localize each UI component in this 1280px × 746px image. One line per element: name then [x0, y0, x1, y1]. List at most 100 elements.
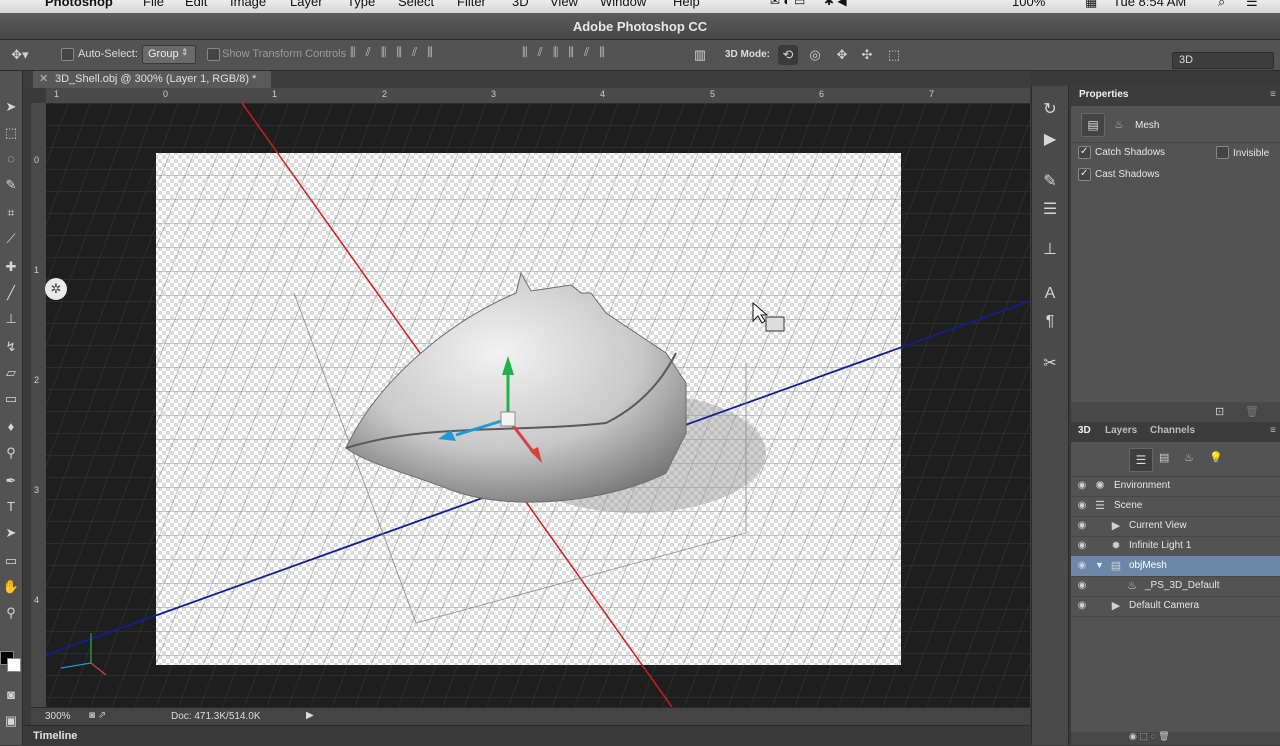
- adjustments-panel-icon[interactable]: ☰: [1038, 198, 1062, 222]
- brush-tool-icon[interactable]: ╱: [0, 283, 22, 303]
- layer-row-current-view[interactable]: ◉ ▶ Current View: [1071, 516, 1280, 537]
- status-menu-arrow-icon[interactable]: ▶: [306, 710, 314, 721]
- clone-source-panel-icon[interactable]: ⊥: [1038, 238, 1062, 262]
- clock[interactable]: Tue 8:54 AM: [1113, 0, 1186, 8]
- move-tool-icon[interactable]: ➤: [0, 97, 22, 117]
- layer-row-material[interactable]: ◉ ♨ _PS_3D_Default: [1071, 576, 1280, 597]
- layer-row-objmesh[interactable]: ◉ ▼ ▤ objMesh: [1071, 556, 1280, 577]
- eye-icon[interactable]: ◉: [1075, 521, 1089, 531]
- footer-icons[interactable]: ◉ ⬚ ◌ 🗑: [1129, 731, 1170, 742]
- workspace-dropdown[interactable]: 3D: [1172, 52, 1274, 69]
- eraser-tool-icon[interactable]: ▱: [0, 363, 22, 383]
- paragraph-panel-icon[interactable]: ¶: [1038, 310, 1062, 334]
- close-tab-icon[interactable]: ✕: [39, 71, 48, 88]
- document-tab[interactable]: ✕ 3D_Shell.obj @ 300% (Layer 1, RGB/8) *: [33, 71, 271, 88]
- quick-select-tool-icon[interactable]: ✎: [0, 175, 22, 195]
- character-panel-icon[interactable]: A: [1038, 282, 1062, 306]
- notifications-icon[interactable]: ☰: [1246, 0, 1258, 8]
- quick-mask-icon[interactable]: ◙: [0, 685, 22, 705]
- 3d-viewport[interactable]: [46, 103, 1030, 707]
- history-brush-tool-icon[interactable]: ↯: [0, 337, 22, 357]
- path-select-tool-icon[interactable]: ➤: [0, 523, 22, 543]
- mesh-filter-icon[interactable]: ♨: [1114, 118, 1124, 131]
- menu-filter[interactable]: Filter: [457, 0, 486, 8]
- distribute-icons[interactable]: ⫼⫽⫼⫼⫽⫼: [522, 45, 682, 65]
- eye-icon[interactable]: ◉: [1075, 601, 1089, 611]
- screen-mode-icon[interactable]: ▣: [0, 711, 22, 731]
- pen-tool-icon[interactable]: ✒: [0, 471, 22, 491]
- menu-view[interactable]: View: [550, 0, 578, 8]
- menu-app-name[interactable]: Photoshop: [45, 0, 113, 8]
- layer-row-infinite-light[interactable]: ◉ ✹ Infinite Light 1: [1071, 536, 1280, 557]
- menu-type[interactable]: Type: [347, 0, 375, 8]
- zoom-tool-icon[interactable]: ⚲: [0, 603, 22, 623]
- timeline-tab[interactable]: Timeline: [33, 730, 77, 742]
- delete-icon[interactable]: 🗑: [1245, 405, 1259, 418]
- mesh-tab-icon[interactable]: ▤: [1081, 113, 1105, 137]
- gizmo-center[interactable]: [500, 411, 516, 427]
- lasso-tool-icon[interactable]: ◌: [0, 149, 22, 169]
- layer-row-default-camera[interactable]: ◉ ▶ Default Camera: [1071, 596, 1280, 617]
- document-canvas[interactable]: [46, 103, 1030, 707]
- panel-menu-icon[interactable]: ≡: [1270, 425, 1276, 436]
- spotlight-icon[interactable]: ⌕: [1218, 0, 1225, 8]
- mesh-filter-icon[interactable]: ▤: [1159, 451, 1169, 464]
- show-transform-checkbox[interactable]: [207, 48, 220, 61]
- catch-shadows-checkbox[interactable]: [1078, 146, 1091, 159]
- brush-panel-icon[interactable]: ✎: [1038, 170, 1062, 194]
- background-color-swatch[interactable]: [7, 658, 21, 672]
- menu-3d[interactable]: 3D: [512, 0, 529, 8]
- tab-layers[interactable]: Layers: [1105, 425, 1137, 436]
- tab-channels[interactable]: Channels: [1150, 425, 1195, 436]
- menu-select[interactable]: Select: [398, 0, 434, 8]
- light-widget-icon[interactable]: ✲: [45, 278, 67, 300]
- ruler-vertical[interactable]: 0 1 2 3 4: [31, 103, 47, 707]
- eyedropper-tool-icon[interactable]: ⟋: [0, 229, 22, 249]
- flag-icon[interactable]: ▦: [1085, 0, 1097, 8]
- menu-layer[interactable]: Layer: [290, 0, 323, 8]
- blur-tool-icon[interactable]: ♦: [0, 417, 22, 437]
- drag-3d-icon[interactable]: ✥: [832, 45, 852, 65]
- tool-presets-panel-icon[interactable]: ✂: [1038, 352, 1062, 376]
- menu-help[interactable]: Help: [673, 0, 700, 8]
- menu-edit[interactable]: Edit: [185, 0, 207, 8]
- slide-3d-icon[interactable]: ✣: [857, 45, 877, 65]
- panel-menu-icon[interactable]: ≡: [1270, 89, 1276, 100]
- eye-icon[interactable]: ◉: [1075, 501, 1089, 511]
- tab-3d[interactable]: 3D: [1078, 425, 1091, 436]
- material-filter-icon[interactable]: ♨: [1184, 451, 1194, 464]
- hand-tool-icon[interactable]: ✋: [0, 577, 22, 597]
- eye-icon[interactable]: ◉: [1075, 541, 1089, 551]
- menu-image[interactable]: Image: [230, 0, 266, 8]
- cast-shadows-checkbox[interactable]: [1078, 168, 1091, 181]
- type-tool-icon[interactable]: T: [0, 497, 22, 517]
- roll-3d-icon[interactable]: ◎: [805, 45, 825, 65]
- orbit-3d-icon[interactable]: ⟲: [778, 45, 798, 65]
- healing-tool-icon[interactable]: ✚: [0, 257, 22, 277]
- menu-file[interactable]: File: [143, 0, 164, 8]
- layer-row-environment[interactable]: ◉ ✺ Environment: [1071, 476, 1280, 497]
- crop-tool-icon[interactable]: ⌗: [0, 203, 22, 223]
- layer-row-scene[interactable]: ◉ ☰ Scene: [1071, 496, 1280, 517]
- move-tool-preset-icon[interactable]: ✥▾: [10, 45, 30, 65]
- expand-triangle-icon[interactable]: ▼: [1095, 560, 1104, 570]
- auto-select-dropdown[interactable]: Group ⇕: [142, 45, 196, 64]
- eye-icon[interactable]: ◉: [1075, 481, 1089, 491]
- status-icons[interactable]: ◙ ⇗: [89, 710, 106, 721]
- align-icons[interactable]: ⫼⫽⫼⫼⫽⫼: [350, 45, 510, 65]
- auto-align-icon[interactable]: ▥: [690, 45, 710, 65]
- shape-tool-icon[interactable]: ▭: [0, 551, 22, 571]
- light-filter-icon[interactable]: 💡: [1209, 451, 1223, 464]
- history-panel-icon[interactable]: ↻: [1038, 98, 1062, 122]
- stamp-tool-icon[interactable]: ⊥: [0, 309, 22, 329]
- whole-scene-filter-icon[interactable]: ☰: [1129, 448, 1153, 472]
- eye-icon[interactable]: ◉: [1075, 581, 1089, 591]
- actions-panel-icon[interactable]: ▶: [1038, 128, 1062, 152]
- menu-window[interactable]: Window: [600, 0, 646, 8]
- dodge-tool-icon[interactable]: ⚲: [0, 443, 22, 463]
- gradient-tool-icon[interactable]: ▭: [0, 389, 22, 409]
- invisible-checkbox[interactable]: [1216, 146, 1229, 159]
- zoom-level[interactable]: 300%: [45, 711, 71, 722]
- marquee-tool-icon[interactable]: ⬚: [0, 123, 22, 143]
- eye-icon[interactable]: ◉: [1075, 561, 1089, 571]
